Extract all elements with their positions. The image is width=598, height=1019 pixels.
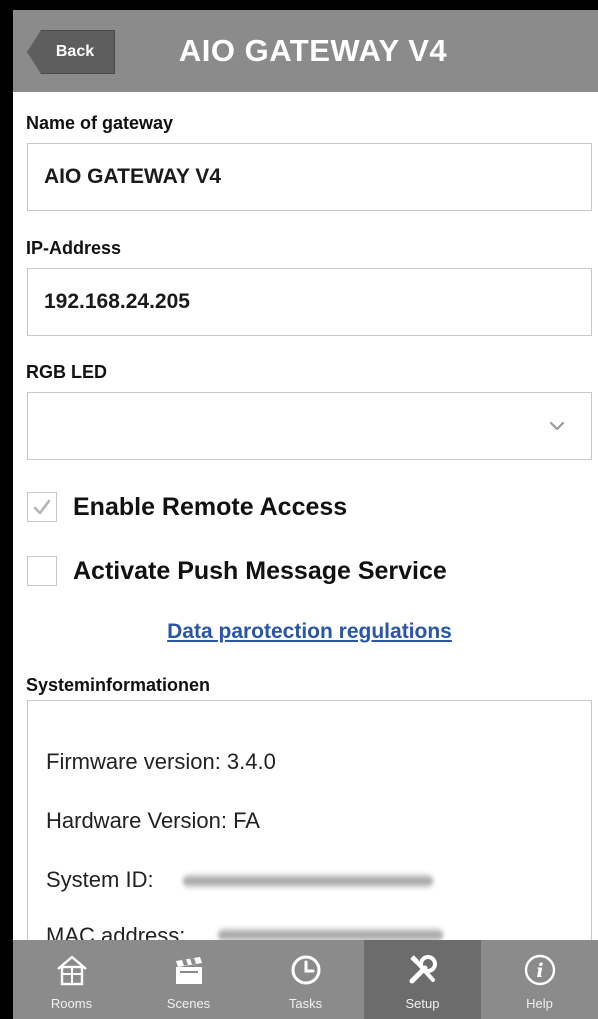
tab-label: Help [526,996,553,1011]
gateway-name-field[interactable]: AIO GATEWAY V4 [27,143,592,211]
tab-rooms[interactable]: Rooms [13,940,130,1019]
bottom-tab-bar: Rooms Scenes Tasks Setup i Help [13,940,598,1019]
data-protection-link[interactable]: Data parotection regulations [27,620,592,644]
tab-label: Scenes [166,996,211,1011]
clapperboard-icon [175,957,202,984]
ip-address-field[interactable]: 192.168.24.205 [27,268,592,336]
chevron-down-icon [549,421,565,431]
remote-access-label: Enable Remote Access [73,492,348,521]
tab-label: Setup [405,996,440,1011]
tab-scenes[interactable]: Scenes [130,940,247,1019]
system-id-label: System ID: [46,867,154,892]
remote-access-checkbox[interactable] [27,492,57,522]
system-id-redacted [183,873,433,889]
back-button[interactable]: Back [27,30,115,74]
ip-address-label: IP-Address [26,238,122,258]
tab-label: Rooms [50,996,93,1011]
push-message-option[interactable]: Activate Push Message Service [27,556,447,586]
remote-access-option[interactable]: Enable Remote Access [27,492,347,522]
tab-help[interactable]: i Help [481,940,598,1019]
sysinfo-heading: Systeminformationen [26,675,211,695]
gateway-name-label: Name of gateway [26,113,174,133]
screen-border-top [0,0,598,10]
tools-icon [409,955,437,984]
push-message-label: Activate Push Message Service [73,556,447,585]
firmware-version: Firmware version: 3.4.0 [46,749,276,774]
tab-label: Tasks [288,996,323,1011]
page-title: AIO GATEWAY V4 [178,33,448,68]
info-icon: i [524,954,555,986]
tab-setup[interactable]: Setup [364,940,481,1019]
hardware-version: Hardware Version: FA [46,808,260,833]
rgb-led-label: RGB LED [26,362,107,382]
app-header: Back AIO GATEWAY V4 [13,10,598,92]
svg-text:i: i [536,960,543,982]
checkmark-icon [33,499,51,515]
sysinfo-panel: Firmware version: 3.4.0 Hardware Version… [27,700,592,950]
rgb-led-select[interactable] [27,392,592,460]
push-message-checkbox[interactable] [27,556,57,586]
house-icon [56,955,87,986]
clock-icon [291,955,320,985]
tab-tasks[interactable]: Tasks [247,940,364,1019]
screen-border-left [0,0,13,1019]
